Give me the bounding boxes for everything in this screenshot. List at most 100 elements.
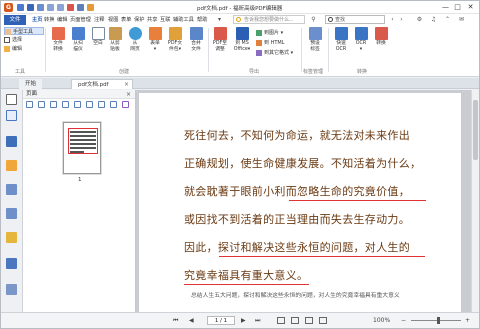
form-button[interactable]: 表单 ▾	[145, 27, 165, 63]
zoom-slider-handle[interactable]	[437, 317, 440, 324]
convert-button[interactable]: 转换	[371, 27, 391, 63]
tab-form[interactable]: 表单	[121, 16, 131, 23]
close-tab-icon[interactable]: ×	[124, 80, 129, 90]
comments-icon[interactable]	[6, 160, 17, 171]
to-other-button[interactable]: 到其它格式 ▾	[256, 49, 293, 58]
insert-page-icon[interactable]	[38, 101, 45, 108]
ocr-button[interactable]: OCR ▾	[351, 27, 371, 63]
more-tabs-icon[interactable]: ▾	[215, 15, 224, 24]
page-thumbnail[interactable]	[63, 122, 101, 174]
hand-tool-icon[interactable]	[67, 4, 74, 11]
tell-me-input[interactable]: 告诉我您想要做什么...	[233, 15, 305, 24]
facing-icon[interactable]	[305, 317, 313, 324]
ribbon-collapse-icon[interactable]: ⌃	[443, 15, 452, 24]
page-number-input[interactable]: 1 / 1	[207, 316, 235, 325]
tab-accessibility[interactable]: 辅助工具	[173, 16, 194, 23]
tags-icon[interactable]	[6, 284, 17, 295]
from-scanner-button[interactable]: 从扫 描仪	[68, 27, 88, 63]
crop-page-icon[interactable]	[98, 101, 105, 108]
zoom-out-button[interactable]: −	[401, 317, 406, 324]
mail-icon[interactable]: ✉	[457, 15, 466, 24]
tab-comment[interactable]: 注释	[94, 16, 104, 23]
single-page-icon[interactable]	[277, 317, 285, 324]
scrollbar-thumb[interactable]	[473, 100, 478, 160]
rotate-right-icon[interactable]	[86, 101, 93, 108]
find-next-icon[interactable]: ›	[397, 15, 406, 24]
content-icon[interactable]	[6, 258, 17, 269]
tab-help[interactable]: 帮助	[197, 16, 207, 23]
layers-icon[interactable]	[6, 136, 17, 147]
from-web-button[interactable]: 从 网页	[125, 27, 145, 63]
redo-icon[interactable]	[57, 4, 64, 11]
more-options-icon[interactable]	[122, 101, 129, 108]
from-clipboard-button[interactable]: 从剪 贴板	[105, 27, 125, 63]
vertical-scrollbar[interactable]	[471, 90, 479, 312]
attachments-icon[interactable]	[6, 184, 17, 195]
zoom-thumb-icon[interactable]	[110, 101, 117, 108]
minimize-button[interactable]: —	[441, 2, 450, 12]
search-tool-icon[interactable]: ⚲	[309, 15, 318, 24]
app-window: G pdf文档.pdf - 福昕高级PDF编辑器 — □ ✕ 文件 主页 转换 …	[0, 0, 480, 329]
settings-icon[interactable]: ⚙	[415, 15, 424, 24]
edit-button[interactable]: 编辑	[4, 45, 22, 53]
preset-tag-button[interactable]: 预设 标签	[305, 27, 325, 63]
tab-view[interactable]: 视图	[108, 16, 118, 23]
continuous-facing-icon[interactable]	[319, 317, 327, 324]
pages-panel-icon[interactable]	[6, 94, 17, 105]
find-placeholder: 查找	[335, 17, 346, 23]
first-page-button[interactable]: ⏮	[173, 317, 178, 325]
security-icon[interactable]	[6, 232, 17, 243]
signatures-icon[interactable]	[6, 208, 17, 219]
page-options-icon[interactable]	[26, 101, 33, 108]
find-prev-icon[interactable]: ‹	[388, 15, 397, 24]
ms-office-icon	[235, 27, 249, 40]
other-format-icon	[256, 50, 262, 56]
tab-edit[interactable]: 编辑	[57, 16, 67, 23]
pdf-package-button[interactable]: PDF文 件包▾	[165, 27, 185, 63]
title-bar: G pdf文档.pdf - 福昕高级PDF编辑器 — □ ✕	[1, 1, 479, 14]
zoom-level[interactable]: 100%	[373, 317, 390, 324]
find-input[interactable]: 查找	[325, 15, 385, 24]
extract-page-icon[interactable]	[62, 101, 69, 108]
quick-ocr-button[interactable]: 快速 OCR	[331, 27, 351, 63]
tab-page-management[interactable]: 页面管理	[70, 16, 91, 23]
tab-share[interactable]: 共享	[147, 16, 157, 23]
bookmark-icon[interactable]	[6, 110, 17, 121]
zoom-slider[interactable]	[411, 320, 461, 321]
bell-icon[interactable]: ♫	[429, 15, 438, 24]
maximize-button[interactable]: □	[453, 2, 462, 12]
undo-icon[interactable]	[47, 4, 54, 11]
close-panel-icon[interactable]: ×	[126, 90, 131, 99]
rotate-left-icon[interactable]	[74, 101, 81, 108]
print-icon[interactable]	[37, 4, 44, 11]
zoom-in-button[interactable]: +	[465, 317, 470, 324]
continuous-icon[interactable]	[291, 317, 299, 324]
customize-qa-icon[interactable]	[87, 4, 94, 11]
pdf-adjust-button[interactable]: PDF至 调整	[210, 27, 230, 63]
next-page-button[interactable]: ▶	[241, 317, 246, 324]
tab-home[interactable]: 主页	[32, 16, 42, 23]
to-ms-office-button[interactable]: 到 MS Office▾	[232, 27, 252, 63]
hand-tool-button[interactable]: 手型工具	[4, 27, 44, 35]
tab-connect[interactable]: 互联	[160, 16, 170, 23]
tab-file[interactable]: 文件	[4, 15, 26, 25]
prev-page-button[interactable]: ◀	[189, 317, 194, 324]
tab-pdf-document[interactable]: pdf文档.pdf ×	[71, 79, 133, 89]
tab-protect[interactable]: 保护	[134, 16, 144, 23]
tab-start[interactable]: 开始	[19, 79, 43, 89]
to-html-button[interactable]: 到 HTML	[256, 39, 285, 48]
last-page-button[interactable]: ⏭	[255, 317, 260, 325]
close-button[interactable]: ✕	[466, 2, 475, 12]
tab-convert[interactable]: 转换	[44, 16, 54, 23]
file-convert-button[interactable]: 文件 转换	[48, 27, 68, 63]
save-icon[interactable]	[27, 4, 34, 11]
to-image-button[interactable]: 到图片 ▾	[256, 29, 283, 38]
open-icon[interactable]	[17, 4, 24, 11]
pages-panel-header: 页面 ×	[23, 90, 135, 99]
select-button[interactable]: 选择	[4, 36, 22, 44]
file-convert-label: 文件 转换	[53, 41, 63, 52]
delete-page-icon[interactable]	[50, 101, 57, 108]
merge-files-button[interactable]: 合并 文件	[186, 27, 206, 63]
select-tool-icon[interactable]	[77, 4, 84, 11]
scanner-icon	[71, 27, 85, 40]
